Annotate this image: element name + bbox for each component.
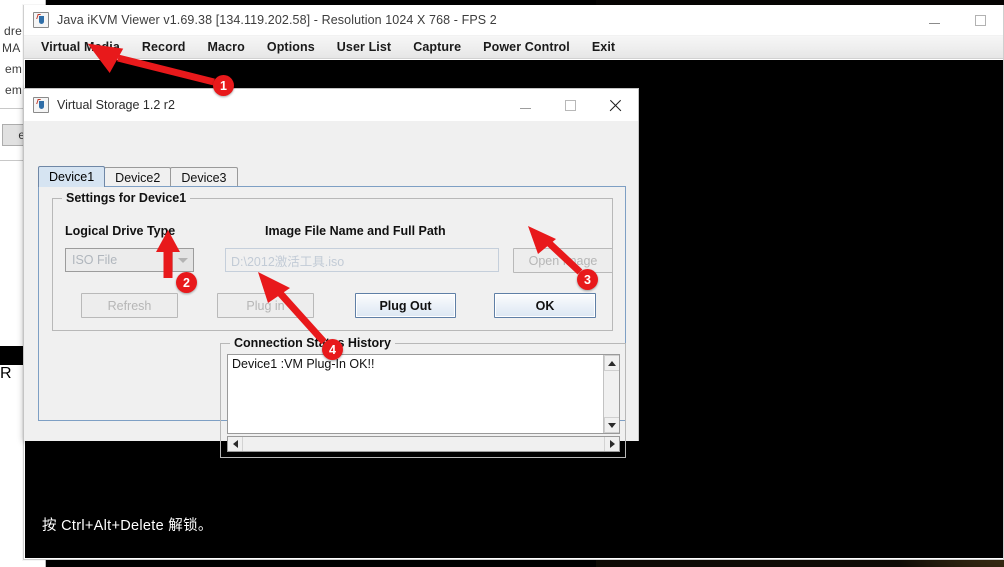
open-image-button[interactable]: Open Image <box>513 248 613 273</box>
background-text-fragment: em <box>5 83 23 97</box>
lock-screen-message: 按 Ctrl+Alt+Delete 解锁。 <box>42 518 213 534</box>
menu-virtual-media[interactable]: Virtual Media <box>30 38 131 56</box>
settings-group-title: Settings for Device1 <box>62 191 191 205</box>
image-path-input[interactable]: D:\2012激活工具.iso <box>225 248 499 272</box>
menu-record[interactable]: Record <box>131 38 197 56</box>
menu-bar: Virtual Media Record Macro Options User … <box>24 36 1003 59</box>
app-titlebar[interactable]: Java iKVM Viewer v1.69.38 [134.119.202.5… <box>24 5 1003 36</box>
minimize-icon <box>928 23 940 24</box>
screenshot-root: dre MA em em e R Java iKVM Viewer v1.69.… <box>0 0 1004 567</box>
history-entry: Device1 :VM Plug-In OK!! <box>232 357 375 371</box>
app-minimize-button[interactable] <box>911 5 957 36</box>
refresh-button[interactable]: Refresh <box>81 293 178 318</box>
device-tabs: Device1 Device2 Device3 <box>38 166 238 187</box>
image-path-label: Image File Name and Full Path <box>265 224 446 238</box>
menu-user-list[interactable]: User List <box>326 38 402 56</box>
background-text-fragment: MA <box>2 41 21 55</box>
tab-device2[interactable]: Device2 <box>104 167 172 187</box>
scroll-left-arrow-icon[interactable] <box>228 437 243 451</box>
logical-drive-type-select[interactable]: ISO File <box>65 248 194 272</box>
history-group-title: Connection Status History <box>230 336 395 350</box>
menu-macro[interactable]: Macro <box>197 38 256 56</box>
logical-drive-type-label: Logical Drive Type <box>65 224 176 238</box>
tab-device1[interactable]: Device1 <box>38 166 106 187</box>
background-text-fragment: em <box>5 62 23 76</box>
app-maximize-button[interactable] <box>957 5 1003 36</box>
background-text-fragment: dre <box>4 24 22 38</box>
scroll-up-arrow-icon[interactable] <box>604 355 619 371</box>
dialog-close-button[interactable] <box>593 89 638 121</box>
java-coffee-icon <box>33 97 49 113</box>
connection-status-history-group: Connection Status History Device1 :VM Pl… <box>220 336 626 458</box>
app-title: Java iKVM Viewer v1.69.38 [134.119.202.5… <box>57 13 497 27</box>
dialog-maximize-button[interactable] <box>548 89 593 121</box>
plug-in-button[interactable]: Plug in <box>217 293 314 318</box>
maximize-icon <box>974 15 986 26</box>
close-icon <box>609 99 622 112</box>
history-vertical-scrollbar[interactable] <box>603 355 619 433</box>
plug-out-button[interactable]: Plug Out <box>355 293 456 318</box>
minimize-icon <box>520 108 531 109</box>
maximize-icon <box>565 99 576 111</box>
history-listbox[interactable]: Device1 :VM Plug-In OK!! <box>227 354 620 434</box>
settings-group: Settings for Device1 Logical Drive Type … <box>52 191 613 331</box>
app-window-controls <box>911 5 1003 36</box>
menu-options[interactable]: Options <box>256 38 326 56</box>
dialog-minimize-button[interactable] <box>503 89 548 121</box>
scroll-down-arrow-icon[interactable] <box>604 417 619 433</box>
dialog-body: Device1 Device2 Device3 Settings for Dev… <box>24 121 638 458</box>
history-horizontal-scrollbar[interactable] <box>227 436 620 452</box>
scroll-right-arrow-icon[interactable] <box>604 437 619 451</box>
menu-capture[interactable]: Capture <box>402 38 472 56</box>
ok-button[interactable]: OK <box>494 293 596 318</box>
dialog-title: Virtual Storage 1.2 r2 <box>57 98 175 112</box>
java-coffee-icon <box>33 12 49 28</box>
tab-device3[interactable]: Device3 <box>170 167 238 187</box>
chevron-down-icon[interactable] <box>172 249 193 271</box>
logical-drive-type-value: ISO File <box>72 253 118 267</box>
menu-exit[interactable]: Exit <box>581 38 626 56</box>
menu-power-control[interactable]: Power Control <box>472 38 581 56</box>
dialog-titlebar[interactable]: Virtual Storage 1.2 r2 <box>24 89 638 121</box>
virtual-storage-dialog: Virtual Storage 1.2 r2 Device1 Device2 D… <box>23 88 639 458</box>
dialog-window-controls <box>503 89 638 121</box>
